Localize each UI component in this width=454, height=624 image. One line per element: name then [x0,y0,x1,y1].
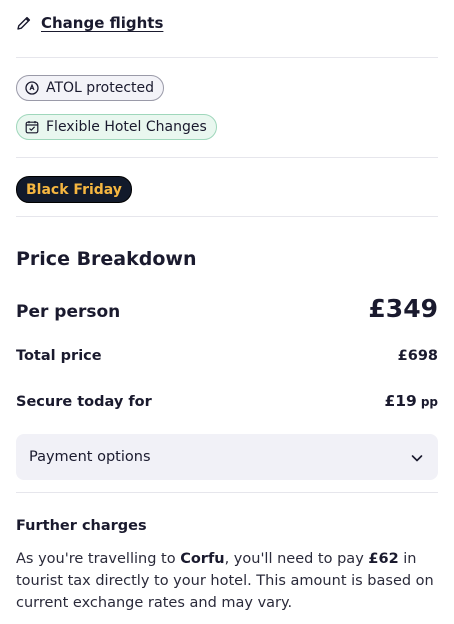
total-price-label: Total price [16,348,102,364]
further-text-part: As you're travelling to [16,551,181,567]
flexible-hotel-changes-chip: Flexible Hotel Changes [16,114,217,140]
secure-today-value: £19 pp [384,392,438,410]
divider [16,157,438,158]
chevron-down-icon [410,450,424,464]
per-person-price: £349 [368,294,438,323]
per-person-label: Per person [16,302,121,322]
payment-options-dropdown[interactable]: Payment options [16,434,438,480]
price-breakdown-title: Price Breakdown [16,248,197,270]
further-charges-text: As you're travelling to Corfu, you'll ne… [16,548,438,614]
atol-icon [25,81,39,95]
flexible-hotel-changes-label: Flexible Hotel Changes [46,119,207,135]
secure-today-amount: £19 [384,392,417,410]
atol-label: ATOL protected [46,80,155,96]
divider [16,57,438,58]
tourist-tax-amount: £62 [368,551,399,567]
atol-protected-chip: ATOL protected [16,75,165,101]
pencil-icon [16,15,32,31]
destination-name: Corfu [180,551,225,567]
change-flights-link[interactable]: Change flights [16,14,163,32]
secure-today-label: Secure today for [16,394,152,410]
further-text-part: , you'll need to pay [224,551,369,567]
total-price-value: £698 [397,348,438,364]
per-person-row: Per person £349 [16,294,438,323]
divider [16,216,438,217]
further-charges-title: Further charges [16,518,147,534]
payment-options-label: Payment options [29,449,151,465]
total-price-row: Total price £698 [16,348,438,364]
divider [16,492,438,493]
change-flights-label[interactable]: Change flights [41,14,163,32]
black-friday-badge: Black Friday [16,176,132,203]
secure-today-row: Secure today for £19 pp [16,392,438,410]
calendar-check-icon [25,120,39,134]
per-person-suffix: pp [420,395,438,409]
